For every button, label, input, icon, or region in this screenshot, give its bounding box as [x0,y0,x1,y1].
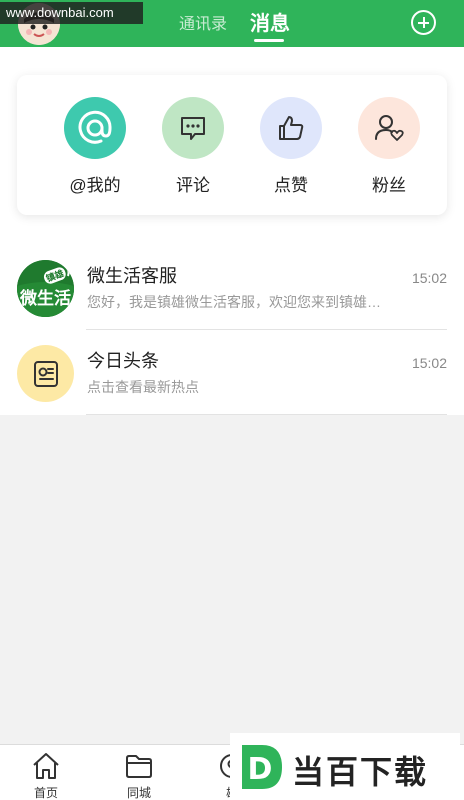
home-icon [33,753,59,779]
category-mentions[interactable]: @我的 [55,97,135,196]
message-preview: 点击查看最新热点 [87,379,199,395]
watermark-d-logo: D [242,745,282,789]
category-comments[interactable]: 评论 [153,97,233,196]
active-tab-indicator [254,39,284,42]
follower-heart-icon [358,97,420,159]
watermark-url: www.downbai.com [0,2,143,24]
message-item-headlines[interactable]: 今日头条 15:02 点击查看最新热点 [0,331,464,415]
message-time: 15:02 [411,355,447,371]
category-likes[interactable]: 点赞 [251,97,331,196]
tab-contacts[interactable]: 通讯录 [179,10,227,34]
avatar-brand-text: 微生活 [19,288,71,309]
category-followers[interactable]: 粉丝 [349,97,429,196]
newspaper-icon [17,345,74,402]
message-preview: 您好，我是镇雄微生活客服，欢迎您来到镇雄… [87,294,381,310]
category-label: 粉丝 [372,176,406,195]
category-label: 点赞 [274,176,308,195]
category-label: 评论 [176,176,210,195]
nav-label: 首页 [33,786,58,800]
customer-service-avatar: 微生活 镇雄 [17,260,74,317]
svg-text:D: D [248,752,273,787]
watermark-logo: D 当百下载 [230,733,460,800]
message-time: 15:02 [411,270,447,286]
list-divider [86,414,447,415]
nav-label: 同城 [126,786,151,800]
notification-categories-card: @我的 评论 点赞 粉丝 [17,75,447,215]
nav-home[interactable]: 首页 [11,751,81,800]
message-item-customer-service[interactable]: 微生活 镇雄 微生活客服 15:02 您好，我是镇雄微生活客服，欢迎您来到镇雄… [0,246,464,330]
tab-messages[interactable]: 消息 [250,7,290,36]
message-title: 微生活客服 [87,266,177,286]
watermark-text: 当百下载 [292,754,429,790]
message-title: 今日头条 [87,351,159,371]
at-icon [64,97,126,159]
nav-local[interactable]: 同城 [104,751,174,800]
comment-icon [162,97,224,159]
category-label: @我的 [69,176,121,195]
list-divider [86,329,447,330]
folder-icon [126,755,152,778]
thumbs-up-icon [260,97,322,159]
add-button[interactable] [411,10,436,35]
